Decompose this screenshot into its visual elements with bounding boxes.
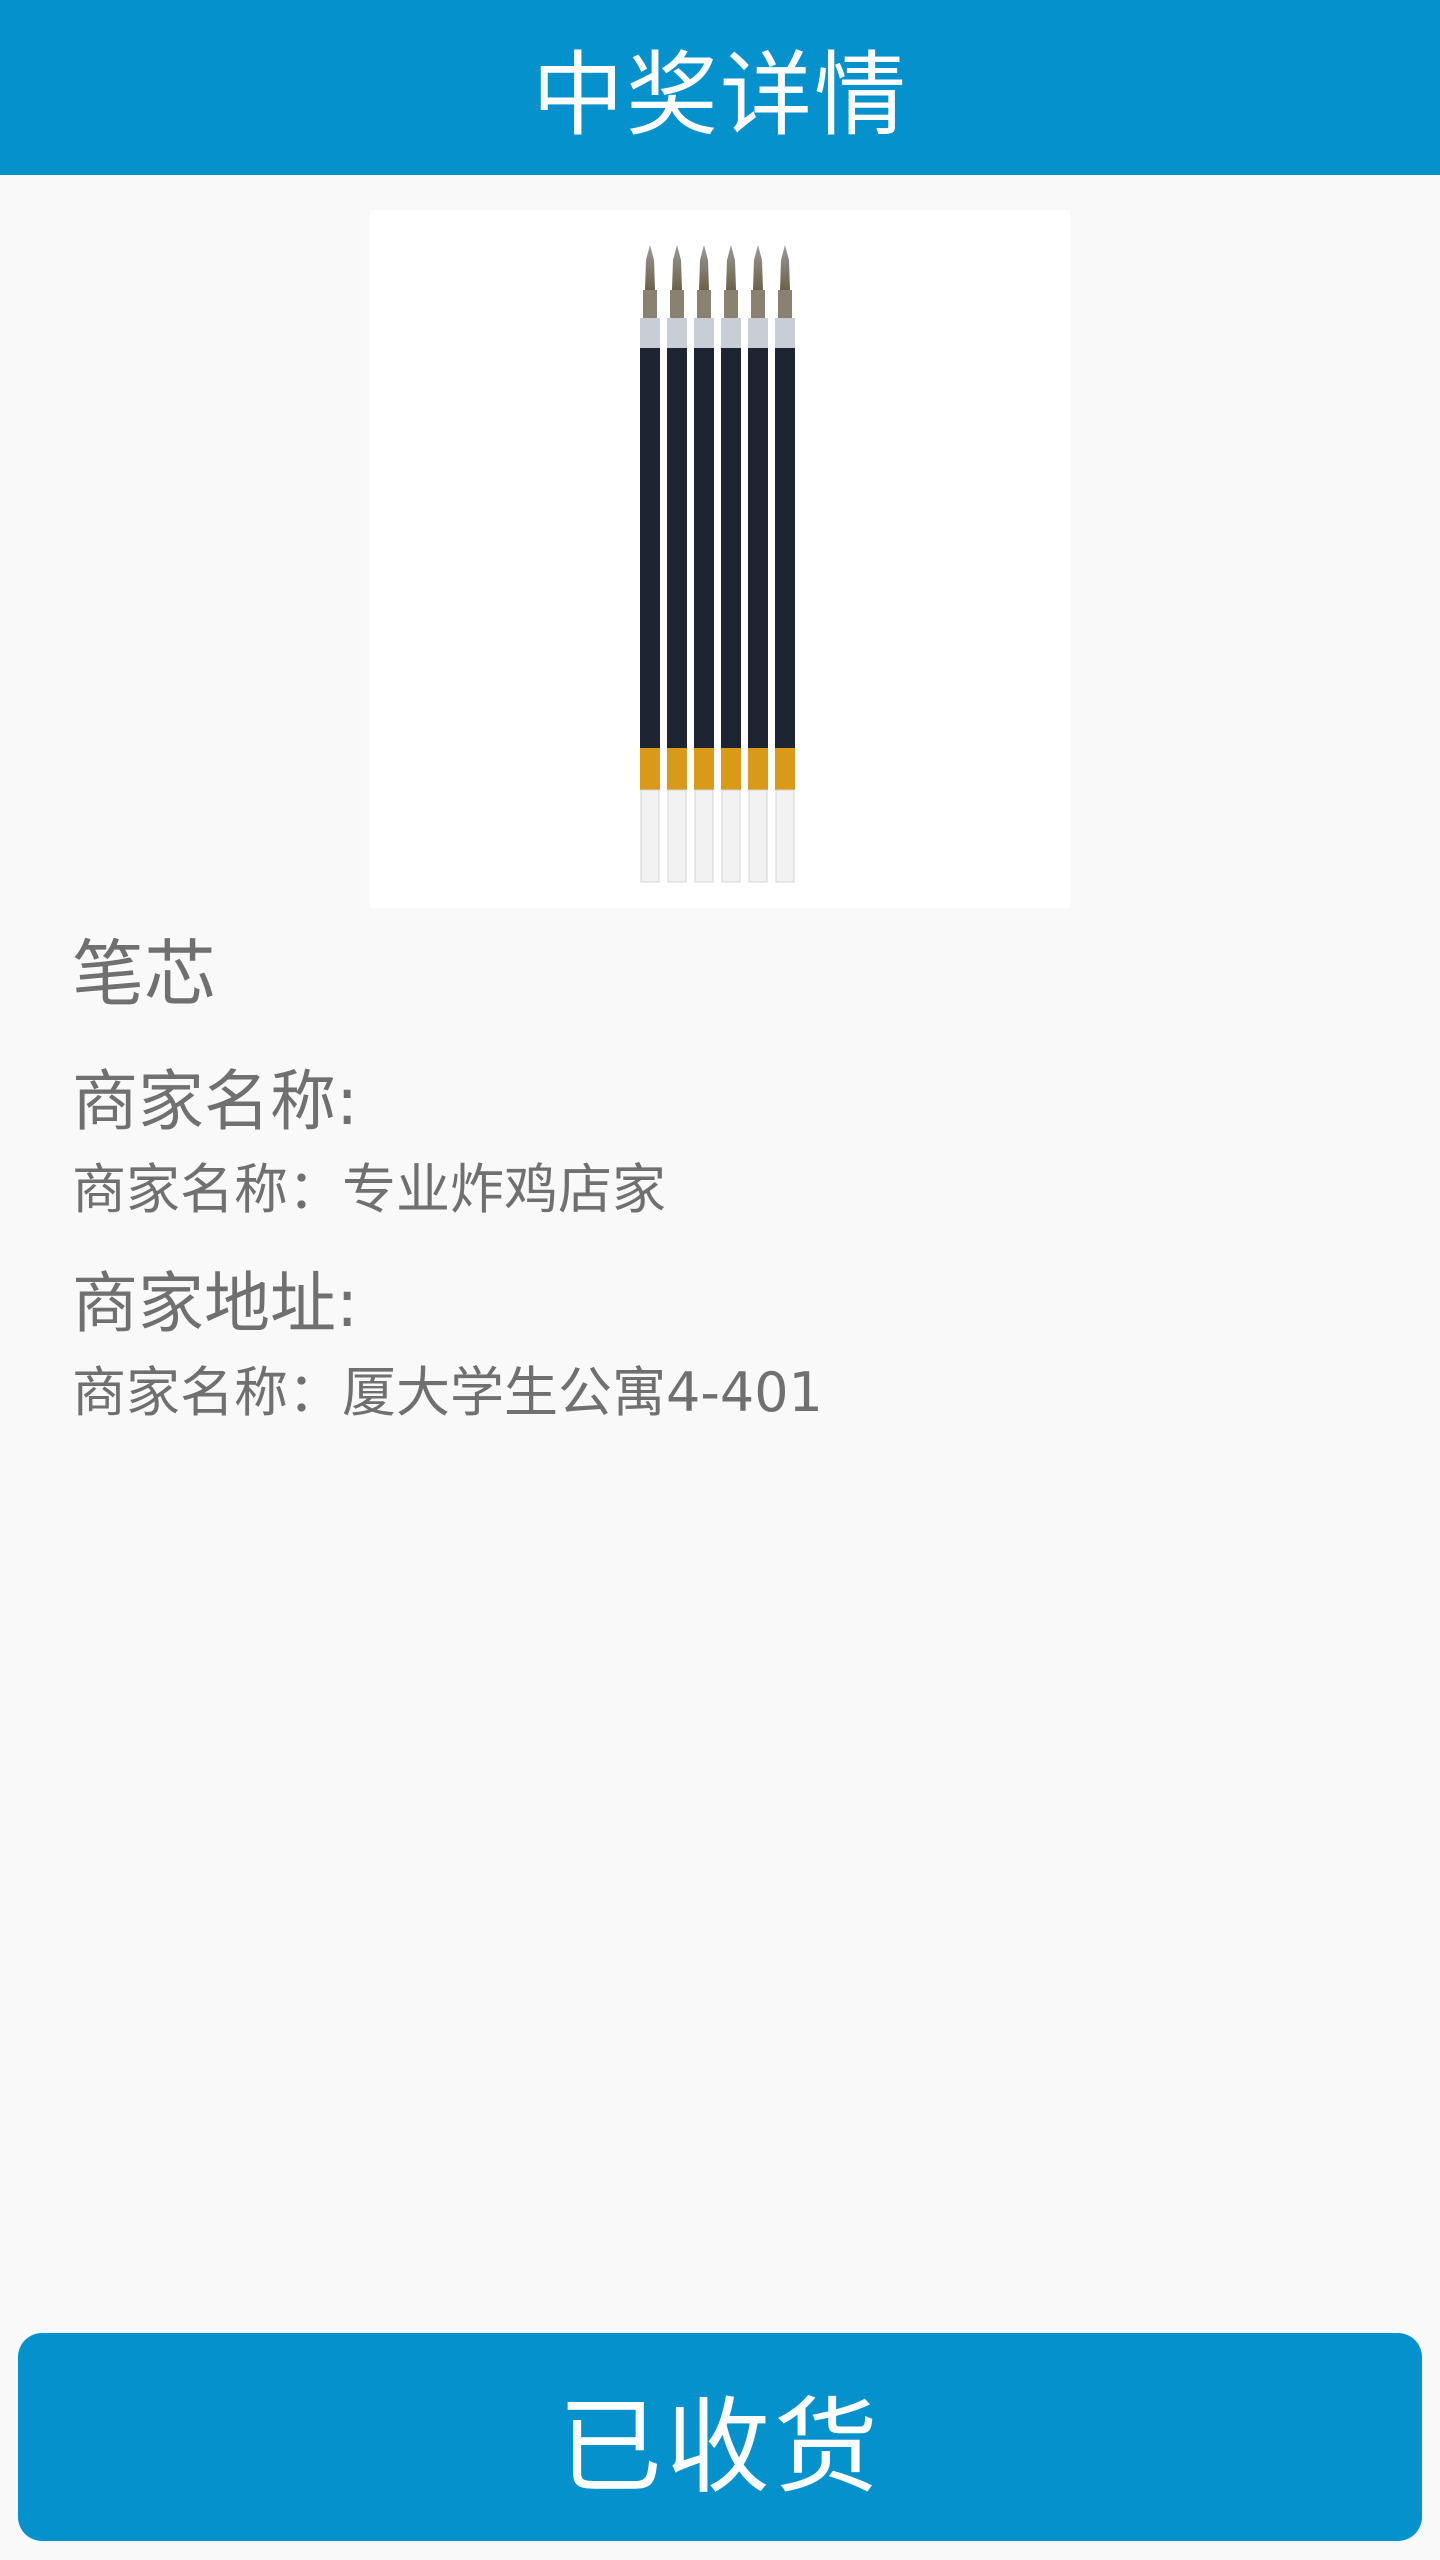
received-button[interactable]: 已收货 (18, 2333, 1422, 2541)
merchant-name-value: 商家名称：专业炸鸡店家 (72, 1158, 666, 1221)
merchant-address-value: 商家名称：厦大学生公寓4-401 (72, 1361, 823, 1424)
merchant-address-label: 商家地址: (72, 1265, 359, 1342)
product-name: 笔芯 (72, 932, 217, 1016)
product-image (370, 210, 1070, 908)
pen-refills-image-icon (640, 245, 795, 883)
received-button-label: 已收货 (557, 2385, 882, 2508)
merchant-name-label: 商家名称: (72, 1063, 359, 1140)
title-bar: 中奖详情 (0, 0, 1440, 175)
page-title: 中奖详情 (531, 42, 908, 149)
